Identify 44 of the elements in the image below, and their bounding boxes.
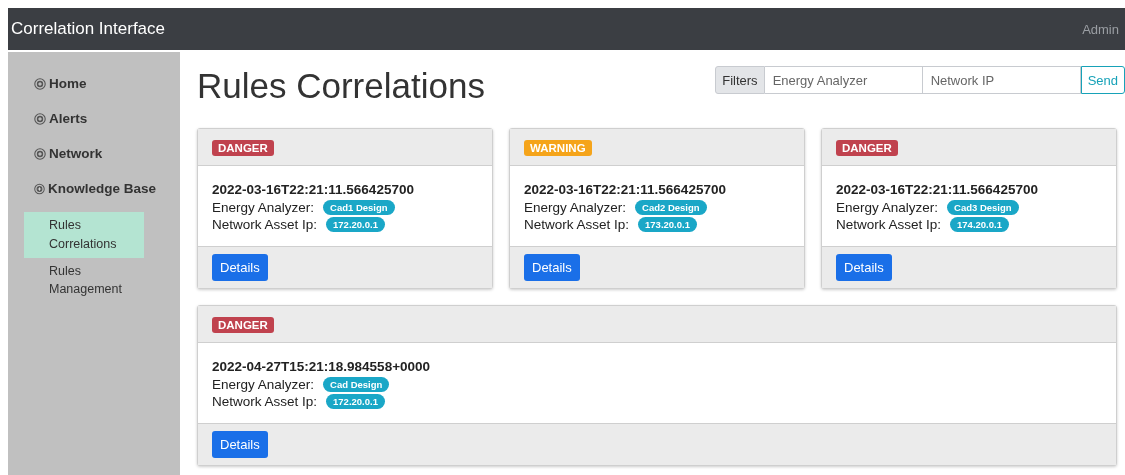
field-label: Network Asset Ip: bbox=[836, 217, 942, 232]
severity-badge: DANGER bbox=[212, 140, 274, 156]
brand-title[interactable]: Correlation Interface bbox=[11, 19, 166, 39]
severity-badge: WARNING bbox=[524, 140, 592, 156]
timestamp: 2022-03-16T22:21:11.566425700 bbox=[836, 182, 1039, 197]
user-link[interactable]: Admin bbox=[1082, 21, 1119, 37]
ip-badge: 172.20.0.1 bbox=[326, 217, 385, 232]
filter-field[interactable]: Network IP bbox=[922, 66, 1081, 94]
severity-badge: DANGER bbox=[212, 317, 274, 333]
plus-circle-icon bbox=[34, 182, 45, 195]
field-label: Energy Analyzer: bbox=[212, 200, 315, 215]
field-label: Energy Analyzer: bbox=[836, 200, 939, 215]
field-label: Energy Analyzer: bbox=[212, 377, 315, 392]
energy-badge: Cad2 Design bbox=[635, 200, 707, 215]
sidebar-item[interactable]: Network bbox=[24, 142, 166, 165]
field-label: Network Asset Ip: bbox=[212, 394, 318, 409]
plus-circle-icon bbox=[34, 147, 46, 160]
details-button[interactable]: Details bbox=[212, 254, 268, 281]
plus-circle-icon bbox=[34, 112, 46, 125]
sidebar-subitem[interactable]: Rules Correlations bbox=[24, 212, 144, 258]
energy-badge: Cad Design bbox=[323, 377, 390, 392]
timestamp: 2022-03-16T22:21:11.566425700 bbox=[212, 182, 415, 197]
sidebar-subitem[interactable]: Rules Management bbox=[24, 257, 144, 303]
filter-field[interactable]: Energy Analyzer bbox=[764, 66, 923, 94]
ip-badge: 172.20.0.1 bbox=[326, 394, 385, 409]
field-label: Network Asset Ip: bbox=[212, 217, 318, 232]
field-label: Network Asset Ip: bbox=[524, 217, 630, 232]
details-button[interactable]: Details bbox=[836, 254, 892, 281]
details-button[interactable]: Details bbox=[212, 431, 268, 458]
timestamp: 2022-04-27T15:21:18.984558+0000 bbox=[212, 359, 432, 374]
ip-badge: 174.20.0.1 bbox=[950, 217, 1009, 232]
timestamp: 2022-03-16T22:21:11.566425700 bbox=[524, 182, 727, 197]
sidebar-item[interactable]: Alerts bbox=[24, 107, 166, 130]
details-button[interactable]: Details bbox=[524, 254, 580, 281]
severity-badge: DANGER bbox=[836, 140, 898, 156]
ip-badge: 173.20.0.1 bbox=[638, 217, 697, 232]
energy-badge: Cad3 Design bbox=[947, 200, 1019, 215]
field-label: Energy Analyzer: bbox=[524, 200, 627, 215]
page-title: Rules Correlations bbox=[197, 66, 485, 106]
sidebar-item[interactable]: Knowledge Base bbox=[24, 177, 166, 200]
sidebar-item[interactable]: Home bbox=[24, 72, 166, 95]
filters-label: Filters bbox=[715, 66, 765, 94]
plus-circle-icon bbox=[34, 77, 46, 90]
energy-badge: Cad1 Design bbox=[323, 200, 395, 215]
